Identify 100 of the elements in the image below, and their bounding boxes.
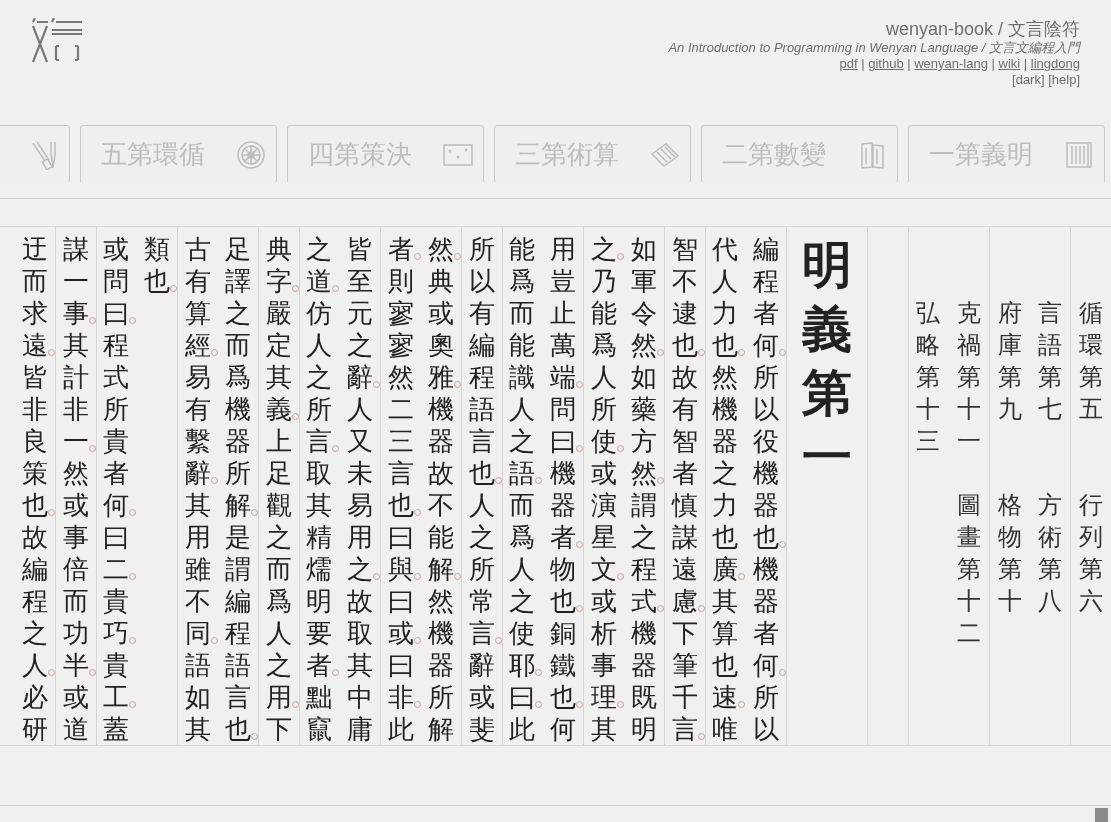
option-link[interactable]: [dark] bbox=[1012, 72, 1045, 87]
text-phrase: 此 bbox=[508, 713, 537, 745]
text-phrase: 曰二 bbox=[96, 521, 137, 585]
text-phrase: 必研 bbox=[21, 681, 50, 745]
text-phrase: 智不逮也 bbox=[664, 233, 705, 361]
chapter-title: 明義第一 bbox=[801, 234, 852, 488]
text-phrase: 其用雖不同 bbox=[177, 489, 218, 649]
text-phrase: 取其精燸明要者 bbox=[299, 457, 340, 681]
text-phrase: 迂而求遠 bbox=[15, 233, 56, 361]
text-phrase: 謂之程式 bbox=[624, 489, 665, 617]
text-phrase: 或析事理 bbox=[583, 585, 624, 713]
shelf-icon bbox=[1064, 139, 1094, 170]
text-phrase: 或道 bbox=[61, 681, 90, 745]
text-phrase: 嚴定其義 bbox=[258, 297, 299, 425]
text-phrase: 皆至元之辭 bbox=[340, 233, 380, 393]
text-phrase: 仿人之所言 bbox=[299, 297, 340, 457]
text-phrase: 曰與 bbox=[380, 521, 421, 585]
nav-link-text[interactable]: wenyan-lang bbox=[914, 56, 988, 71]
separator: | bbox=[990, 56, 996, 71]
text-phrase: 典或奧雅 bbox=[421, 265, 462, 393]
scrollbar-thumb[interactable] bbox=[1095, 808, 1108, 822]
nav-link-text[interactable]: github bbox=[868, 56, 904, 71]
chapter-link[interactable]: 府庫第九 bbox=[997, 297, 1022, 425]
text-phrase: 貴工 bbox=[96, 649, 137, 713]
chapter-link[interactable]: 格物第十 bbox=[997, 489, 1022, 617]
text-phrase: 皆非良策也 bbox=[15, 361, 56, 521]
separator: | bbox=[1022, 56, 1029, 71]
nav-link-text[interactable]: pdf bbox=[839, 56, 858, 71]
logo-icon bbox=[30, 18, 84, 64]
chapter-link[interactable]: 弘略第十三 bbox=[916, 297, 941, 457]
chapter-link[interactable]: 循環第五 bbox=[1078, 297, 1103, 425]
text-phrase: 而爲人之使耶 bbox=[502, 489, 543, 681]
text-phrase: 易有繫辭 bbox=[177, 361, 218, 489]
text-phrase: 所以 bbox=[751, 681, 780, 745]
chapter-link[interactable]: 克禍第十一 bbox=[956, 297, 981, 457]
text-phrase: 之 bbox=[583, 233, 624, 265]
text-phrase: 或問曰 bbox=[96, 233, 137, 329]
text-phrase: 曰或 bbox=[380, 585, 421, 649]
chapter-link[interactable]: 言語第七 bbox=[1038, 297, 1063, 425]
text-phrase: 機器故不能解 bbox=[421, 393, 462, 585]
text-phrase: 然機器所解 bbox=[427, 585, 456, 745]
option-link[interactable]: [help] bbox=[1048, 72, 1080, 87]
text-phrase: 曰非 bbox=[380, 649, 421, 713]
text-phrase: 乃能爲人所使 bbox=[583, 265, 624, 457]
text-phrase: 代人力也 bbox=[705, 233, 746, 361]
text-phrase: 類也 bbox=[137, 233, 178, 297]
text-phrase: 其計非一 bbox=[55, 329, 96, 457]
text-phrase: 或演星文 bbox=[583, 457, 624, 585]
text-phrase: 機器既明 bbox=[630, 617, 659, 745]
text-phrase: 語如其 bbox=[183, 649, 212, 745]
text-phrase: 人又未易用之 bbox=[340, 393, 380, 585]
text-phrase: 然 bbox=[421, 233, 462, 265]
text-phrase: 所以役機器也 bbox=[745, 361, 786, 553]
text-phrase: 謀一事 bbox=[55, 233, 96, 329]
text-phrase: 則寥寥然二三言也 bbox=[380, 265, 421, 521]
chapter-link[interactable]: 方術第八 bbox=[1038, 489, 1063, 617]
site-subtitle: An Introduction to Programming in Wenyan Language / 文言文編程入門 bbox=[668, 40, 1080, 56]
text-phrase: 能爲而能識人之語 bbox=[502, 233, 543, 489]
text-phrase: 然或事倍而功半 bbox=[55, 457, 96, 681]
text-phrase: 蓋 bbox=[102, 713, 131, 745]
tools-icon bbox=[29, 139, 59, 170]
text-phrase: 其算也速 bbox=[705, 585, 746, 713]
text-phrase: 典字 bbox=[258, 233, 299, 297]
text-phrase: 故編程之人 bbox=[15, 521, 56, 681]
text-phrase: 故取其中庸 bbox=[346, 585, 374, 745]
text-phrase: 下 bbox=[264, 713, 293, 745]
text-phrase: 物也 bbox=[543, 553, 583, 617]
separator: | bbox=[860, 56, 866, 71]
text-phrase: 上足觀之而爲人之用 bbox=[258, 425, 299, 713]
chapter-link[interactable]: 行列第六 bbox=[1078, 489, 1103, 617]
text-phrase: 機器者何 bbox=[745, 553, 786, 681]
text-phrase: 之道 bbox=[299, 233, 340, 297]
text-phrase: 故有智者慎謀遠慮 bbox=[664, 361, 705, 617]
text-phrase: 銅鐵也 bbox=[543, 617, 583, 713]
text-phrase: 何 bbox=[549, 713, 577, 745]
text-phrase: 古有算經 bbox=[177, 233, 218, 361]
nav-link-text[interactable]: wiki bbox=[998, 56, 1021, 71]
nav-link-text[interactable]: lingdong bbox=[1030, 56, 1080, 71]
text-phrase: 曰 bbox=[502, 681, 543, 713]
text-phrase: 黜竄 bbox=[305, 681, 334, 745]
text-phrase: 機器者 bbox=[543, 457, 583, 553]
text-phrase: 貴巧 bbox=[96, 585, 137, 649]
text-phrase: 如軍令然 bbox=[624, 233, 665, 361]
text-phrase: 程式所貴者何 bbox=[96, 329, 137, 521]
text-phrase: 編程者何 bbox=[745, 233, 786, 361]
text-phrase: 辭或斐 bbox=[467, 649, 496, 745]
text-phrase: 用豈止萬端 bbox=[543, 233, 583, 393]
text-phrase: 其 bbox=[589, 713, 618, 745]
text-phrase: 足譯之而爲機器所解 bbox=[218, 233, 259, 521]
text-phrase: 此 bbox=[386, 713, 415, 745]
separator: | bbox=[906, 56, 912, 71]
text-phrase: 然機器之力也廣 bbox=[705, 361, 746, 585]
chapter-link[interactable]: 圖畫第十二 bbox=[956, 489, 981, 649]
text-phrase: 下筆千言 bbox=[664, 617, 705, 745]
text-phrase: 者 bbox=[380, 233, 421, 265]
text-phrase: 問曰 bbox=[543, 393, 583, 457]
text-phrase: 是謂編程語言也 bbox=[218, 521, 259, 745]
text-phrase: 所以有編程語言也 bbox=[461, 233, 502, 489]
text-phrase: 人之所常言 bbox=[461, 489, 502, 649]
text-phrase: 唯 bbox=[711, 713, 740, 745]
